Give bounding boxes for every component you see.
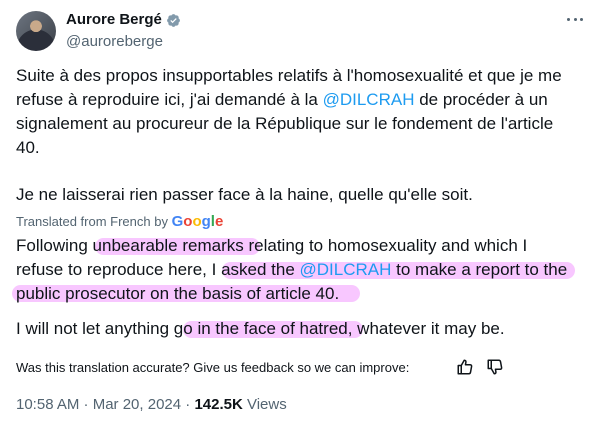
tweet-original-paragraph-1: Suite à des propos insupportables relati…	[16, 64, 596, 160]
tweet-line: Suite à des propos insupportables relati…	[16, 66, 562, 85]
tweet-timestamp[interactable]: 10:58 AM · Mar 20, 2024 ·	[16, 396, 194, 413]
tweet-line: signalement au procureur de la Républiqu…	[16, 114, 554, 133]
translation-line: refuse to reproduce here, I asked the @D…	[16, 260, 568, 279]
translation-line: public prosecutor on the basis of articl…	[16, 284, 340, 303]
highlighted-text: unbearable remarks	[92, 236, 244, 255]
translation-line: Following unbearable remarks relating to…	[16, 236, 528, 255]
translated-from-text: Translated from French by	[16, 214, 168, 229]
tweet-meta: 10:58 AM · Mar 20, 2024 · 142.5K Views	[16, 396, 287, 413]
translated-label[interactable]: Translated from French by Google	[16, 213, 223, 230]
views-count: 142.5K	[194, 396, 243, 413]
thumbs-down-icon[interactable]	[486, 358, 504, 376]
tweet-text: de procéder à un	[414, 90, 548, 109]
tweet-line: refuse à reproduire ici, j'ai demandé à …	[16, 88, 596, 112]
google-logo: Google	[171, 213, 224, 230]
thumbs-up-icon[interactable]	[456, 358, 474, 376]
verified-badge-icon	[167, 14, 180, 27]
highlighted-text: in the face of hatred	[197, 319, 348, 338]
translation-feedback-text: Was this translation accurate? Give us f…	[16, 360, 410, 375]
views-label: Views	[242, 396, 287, 413]
mention-link[interactable]: @DILCRAH	[323, 90, 415, 109]
author-handle[interactable]: @auroreberge	[66, 33, 163, 50]
highlighted-text: asked the	[221, 260, 300, 279]
author-name[interactable]: Aurore Bergé	[66, 11, 162, 28]
mention-link[interactable]: @DILCRAH	[300, 260, 392, 279]
translation-line: I will not let anything go in the face o…	[16, 319, 505, 338]
avatar[interactable]	[16, 11, 56, 51]
tweet-original-paragraph-2: Je ne laisserai rien passer face à la ha…	[16, 185, 473, 204]
tweet-text: refuse à reproduire ici, j'ai demandé à …	[16, 90, 323, 109]
tweet-line: 40.	[16, 138, 40, 157]
more-options-icon[interactable]	[564, 9, 586, 29]
